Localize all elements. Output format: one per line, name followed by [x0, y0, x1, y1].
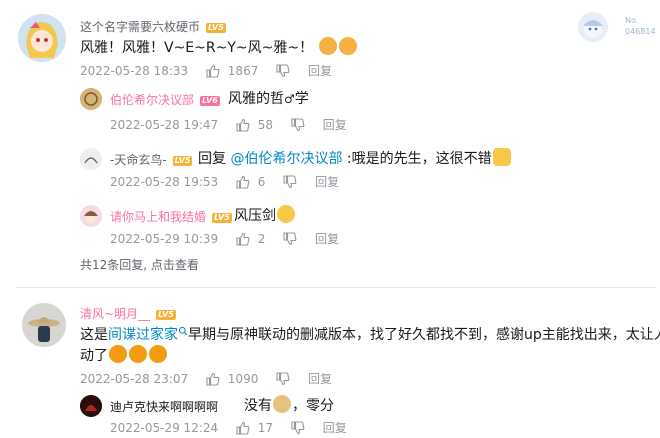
thumbs-down-icon[interactable]: [276, 371, 290, 386]
like-count: 17: [257, 420, 274, 435]
crying-emoji: [149, 345, 167, 363]
like-count: 2: [257, 231, 266, 246]
avatar[interactable]: [80, 148, 102, 170]
reply-text: 没有 ，零分: [244, 395, 334, 417]
thumbs-down-icon[interactable]: [291, 420, 305, 435]
doge-emoji: [273, 395, 291, 413]
fan-badge-label: No.: [625, 16, 639, 25]
level-badge: LV6: [200, 96, 220, 106]
avatar[interactable]: [80, 88, 102, 110]
level-badge: LV5: [212, 213, 232, 223]
avatar[interactable]: [80, 205, 102, 227]
thumbs-up-icon: [206, 64, 220, 78]
level-badge: LV5: [156, 310, 176, 320]
crying-emoji: [129, 345, 147, 363]
reply-username[interactable]: 伯伦希尔决议部 LV6: [110, 93, 220, 107]
thumbs-down-icon[interactable]: [276, 63, 290, 78]
search-icon[interactable]: [178, 326, 188, 336]
comment-time: 2022-05-28 18:33: [80, 63, 189, 78]
comment-username[interactable]: 这个名字需要六枚硬币 LV5: [80, 20, 226, 34]
like-count: 58: [257, 117, 274, 132]
reply-button[interactable]: 回复: [323, 118, 347, 132]
grin-emoji: [277, 205, 295, 223]
like-button[interactable]: 1090: [206, 371, 258, 386]
view-more-replies-link[interactable]: 共12条回复, 点击查看: [80, 258, 199, 272]
fan-badge-icon: [583, 20, 603, 38]
reply-text: 回复 @伯伦希尔决议部 :哦是的先生，这很不错: [198, 148, 512, 170]
comment-time: 2022-05-28 23:07: [80, 371, 189, 386]
dog-face-emoji: [318, 37, 337, 55]
fan-badge-number: 046814: [625, 27, 656, 36]
thumbs-up-emoji: [492, 148, 511, 166]
dog-face-emoji: [338, 37, 357, 55]
reply-username[interactable]: -天命玄鸟- LV5: [110, 153, 193, 167]
male-sign-glyph: ♂: [284, 92, 295, 106]
hat-figure-avatar-icon: [22, 303, 66, 347]
reply-time: 2022-05-29 10:39: [110, 231, 219, 246]
girl-avatar-icon: [80, 205, 102, 227]
like-button[interactable]: 58: [236, 117, 273, 132]
reply-button[interactable]: 回复: [315, 175, 339, 189]
thumbs-up-icon: [236, 175, 250, 189]
thumbs-down-icon[interactable]: [291, 117, 305, 132]
thumbs-down-icon[interactable]: [283, 174, 297, 189]
thumbs-up-icon: [206, 372, 220, 386]
keyword-search-link[interactable]: 间谍过家家: [108, 327, 178, 343]
emblem-avatar-icon: [80, 88, 102, 110]
reply-time: 2022-05-28 19:53: [110, 174, 219, 189]
thumbs-up-icon: [236, 421, 250, 435]
level-badge: LV5: [206, 23, 226, 33]
level-badge: LV5: [172, 156, 193, 166]
reply-text: 风雅的哲♂学: [228, 91, 309, 107]
dark-avatar-icon: [80, 395, 102, 417]
reply-username[interactable]: 请你马上和我结婚 LV5: [110, 210, 232, 224]
avatar[interactable]: [18, 14, 66, 62]
comment-meta: 2022-05-28 23:07 1090 回复: [80, 371, 332, 386]
reply-button[interactable]: 回复: [308, 64, 332, 78]
avatar[interactable]: [22, 303, 66, 347]
comment-divider: [16, 287, 656, 288]
thumbs-up-icon: [236, 118, 250, 132]
reply-meta: 2022-05-28 19:47 58 回复: [110, 117, 347, 132]
reply-meta: 2022-05-29 12:24 17 回复: [110, 420, 347, 435]
reply-text: 风压剑: [234, 205, 296, 227]
like-button[interactable]: 6: [236, 174, 265, 189]
like-count: 6: [257, 174, 266, 189]
crying-emoji: [109, 345, 127, 363]
sketch-avatar-icon: [80, 148, 102, 170]
like-button[interactable]: 17: [236, 420, 273, 435]
like-count: 1867: [227, 63, 259, 78]
avatar[interactable]: [80, 395, 102, 417]
reply-username[interactable]: 迪卢克快来啊啊啊啊: [110, 400, 218, 414]
reply-time: 2022-05-29 12:24: [110, 420, 219, 435]
mention-link[interactable]: @伯伦希尔决议部: [230, 151, 342, 167]
comment-text: 这是间谍过家家 早期与原神联动的删减版本，找了好久都找不到，感谢up主能找出来，太…: [80, 326, 660, 343]
fan-badge-avatar: [578, 12, 608, 42]
like-count: 1090: [227, 371, 259, 386]
anime-avatar-icon: [18, 14, 66, 62]
like-button[interactable]: 1867: [206, 63, 258, 78]
comment-username[interactable]: 清风~明月__ LV5: [80, 307, 176, 321]
comment-text-line2: 动了: [80, 345, 168, 367]
reply-meta: 2022-05-28 19:53 6 回复: [110, 174, 339, 189]
reply-button[interactable]: 回复: [308, 372, 332, 386]
comment-meta: 2022-05-28 18:33 1867 回复: [80, 63, 332, 78]
comment-text: 风雅！风雅！V~E~R~Y~风~雅~！: [80, 37, 358, 59]
thumbs-down-icon[interactable]: [283, 231, 297, 246]
thumbs-up-icon: [236, 232, 250, 246]
reply-button[interactable]: 回复: [323, 421, 347, 435]
reply-time: 2022-05-28 19:47: [110, 117, 219, 132]
like-button[interactable]: 2: [236, 231, 265, 246]
reply-meta: 2022-05-29 10:39 2 回复: [110, 231, 339, 246]
reply-button[interactable]: 回复: [315, 232, 339, 246]
